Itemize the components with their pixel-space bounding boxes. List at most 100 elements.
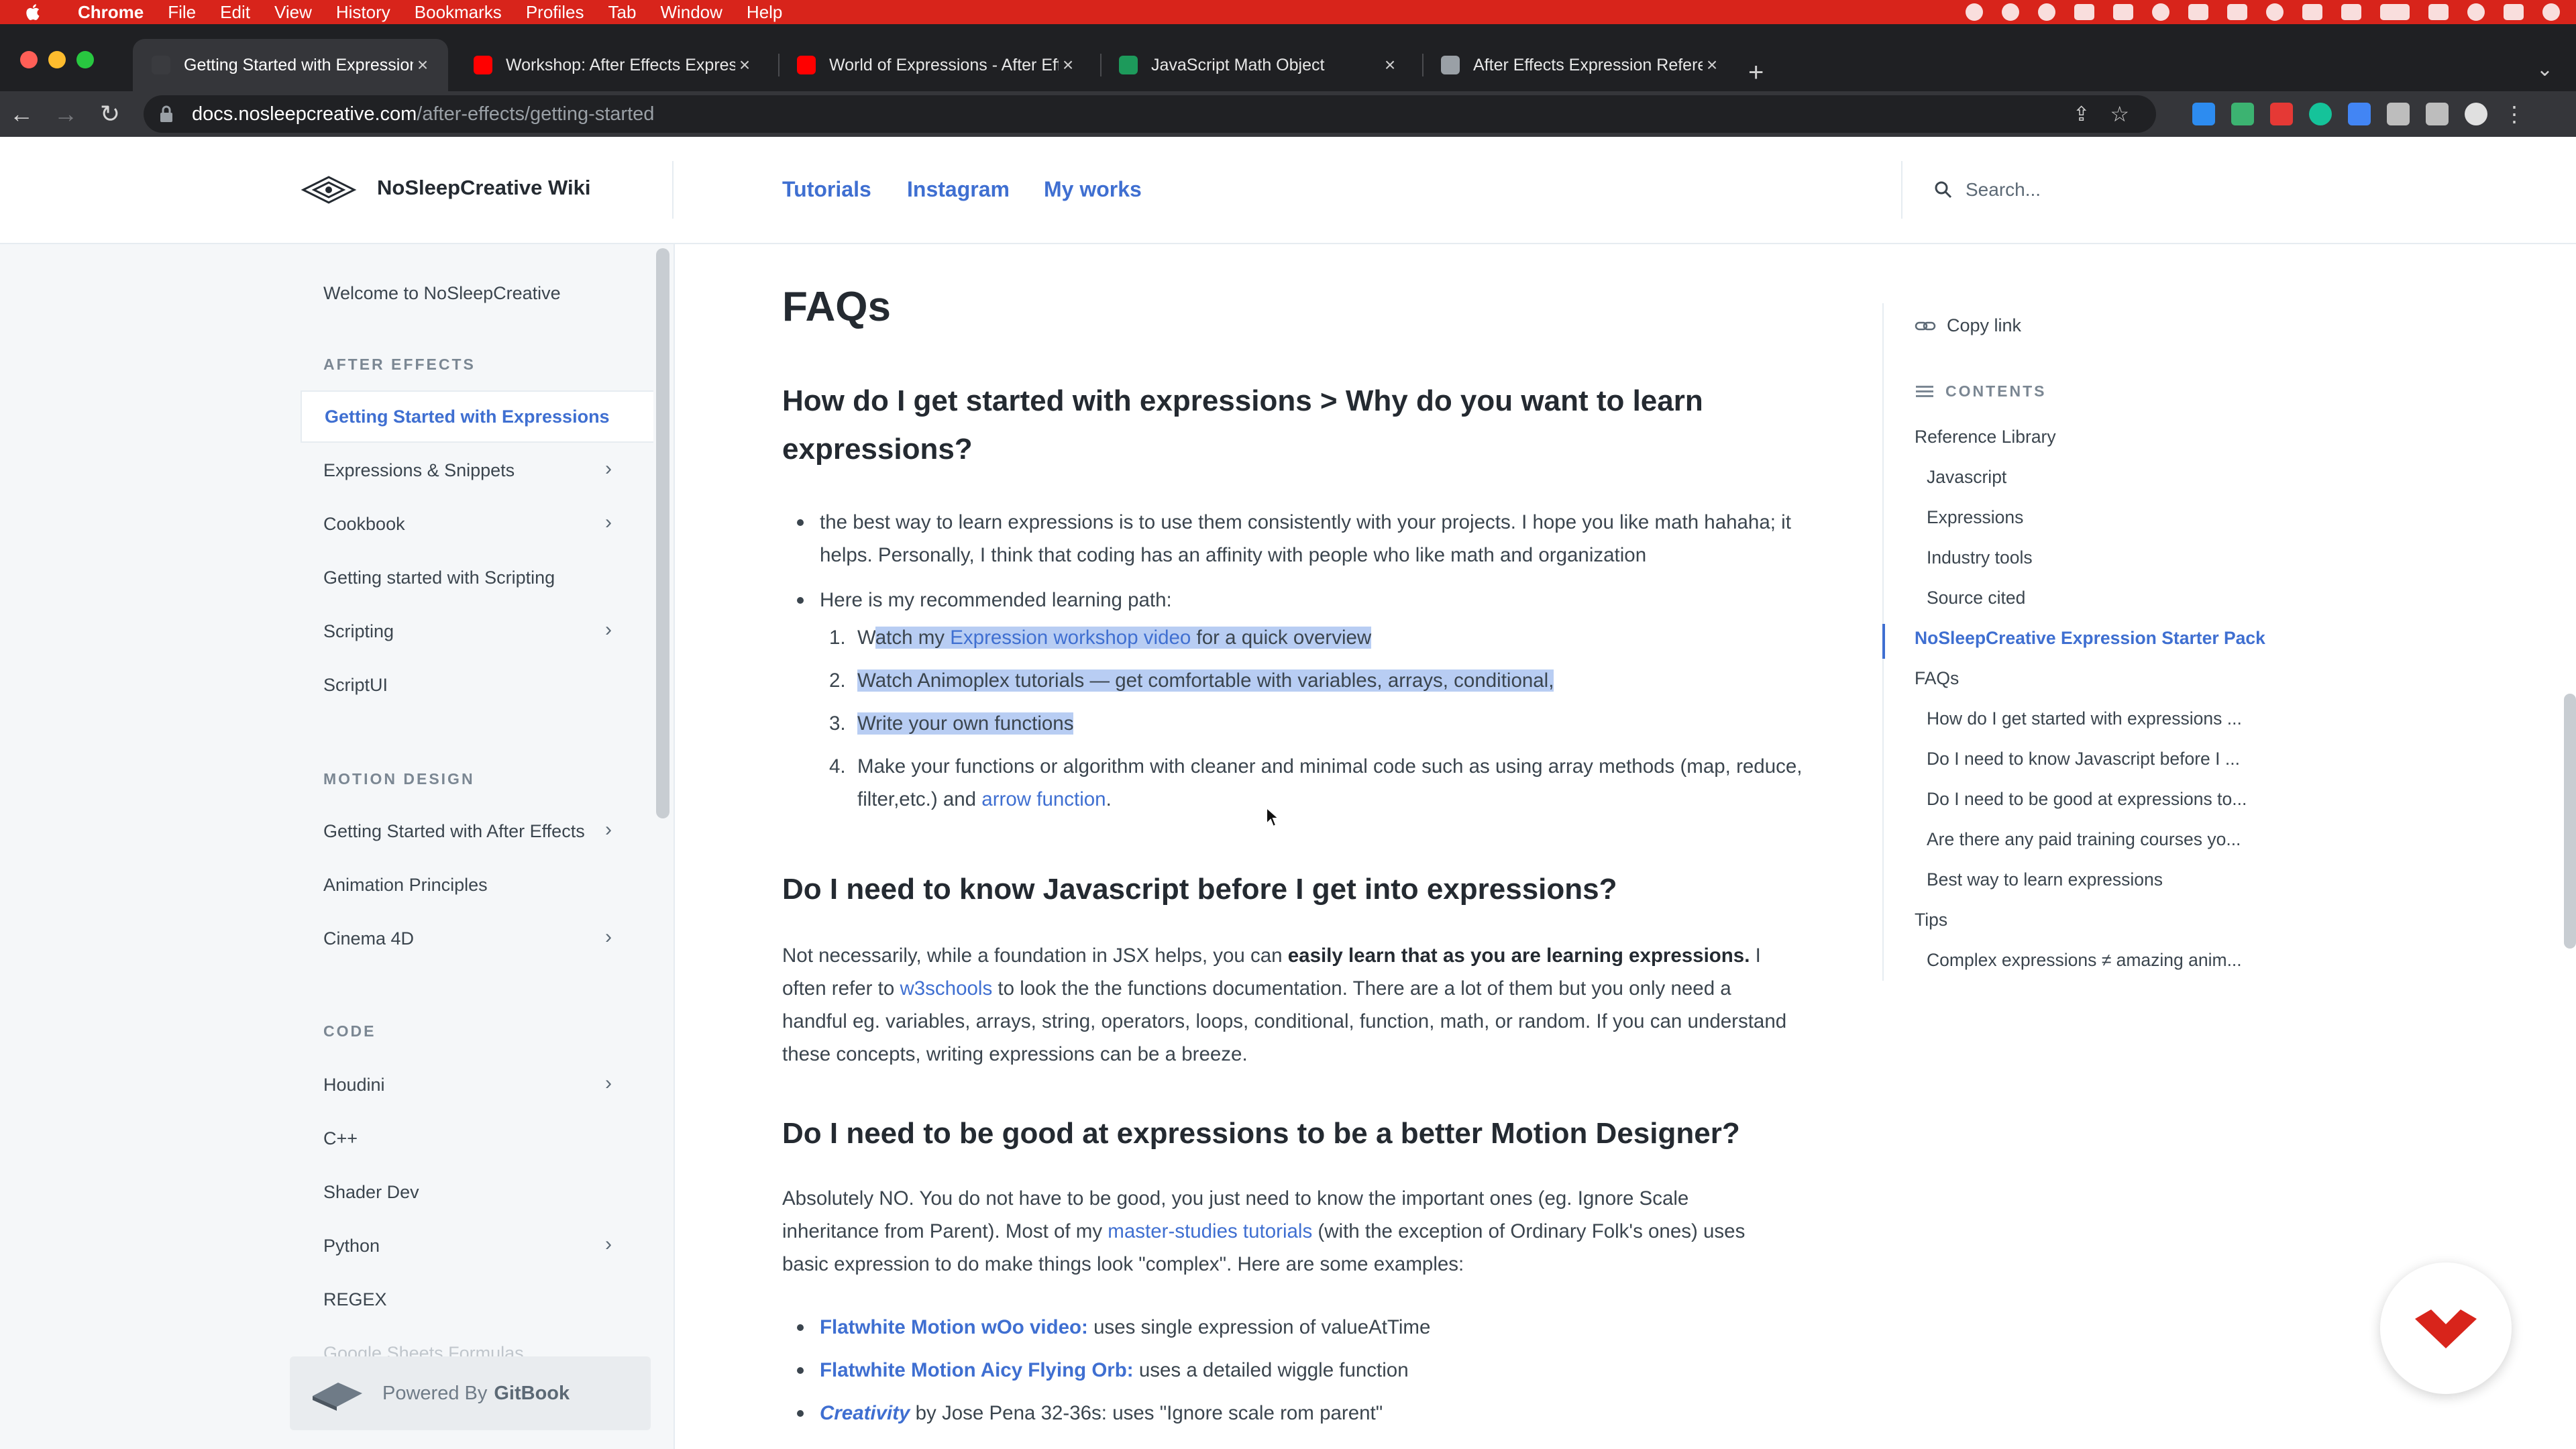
w3schools-link[interactable]: w3schools — [900, 977, 992, 1000]
adobe-icon[interactable] — [2074, 4, 2094, 20]
nav-link-tutorials[interactable]: Tutorials — [782, 177, 871, 202]
site-title[interactable]: NoSleepCreative Wiki — [377, 176, 590, 200]
menu-history[interactable]: History — [336, 2, 390, 23]
example-link-wOo[interactable]: Flatwhite Motion wOo video: — [820, 1316, 1088, 1338]
page-scrollbar[interactable] — [2564, 694, 2576, 949]
share-icon[interactable]: ⇪ — [2073, 103, 2090, 126]
battery-icon[interactable] — [2380, 4, 2410, 20]
lock-icon[interactable] — [158, 105, 174, 123]
floating-logo-badge[interactable] — [2380, 1263, 2512, 1394]
tab-getting-started[interactable]: Getting Started with Expressions × — [133, 39, 448, 91]
expression-workshop-link[interactable]: Expression workshop video — [950, 627, 1191, 649]
menu-tab[interactable]: Tab — [608, 2, 637, 23]
menu-file[interactable]: File — [168, 2, 196, 23]
address-bar[interactable]: docs.nosleepcreative.com/after-effects/g… — [144, 95, 2156, 133]
menu-view[interactable]: View — [274, 2, 312, 23]
calendar-icon[interactable] — [2302, 4, 2322, 20]
copy-link-button[interactable]: Copy link — [1915, 315, 2021, 336]
tab-world-of-expressions[interactable]: World of Expressions - After Effects × — [778, 39, 1093, 91]
extension-toggl-icon[interactable] — [2231, 103, 2254, 125]
sidebar-item-regex[interactable]: REGEX — [301, 1273, 653, 1326]
chevron-right-icon[interactable]: › — [605, 1073, 625, 1093]
chevron-right-icon[interactable]: › — [605, 620, 625, 640]
sidebar-item-getting-started-ae[interactable]: Getting Started with After Effects › — [301, 805, 653, 857]
close-window-button[interactable] — [20, 51, 38, 68]
example-link-flying-orb[interactable]: Flatwhite Motion Aicy Flying Orb: — [820, 1359, 1134, 1381]
powered-by-gitbook[interactable]: Powered By GitBook — [290, 1356, 651, 1430]
sidebar-item-cinema-4d[interactable]: Cinema 4D › — [301, 912, 653, 965]
toc-item-active[interactable]: NoSleepCreative Expression Starter Pack — [1915, 628, 2265, 649]
toc-item[interactable]: Industry tools — [1927, 547, 2033, 568]
control-center-icon[interactable] — [2504, 4, 2524, 20]
close-tab-icon[interactable]: × — [735, 56, 754, 74]
extension-docs-icon[interactable] — [2348, 103, 2371, 125]
toc-item[interactable]: How do I get started with expressions ..… — [1927, 708, 2242, 729]
spotlight-search-icon[interactable] — [2467, 3, 2485, 21]
tab-ae-reference[interactable]: After Effects Expression Reference × — [1422, 39, 1737, 91]
toc-item[interactable]: Are there any paid training courses yo..… — [1927, 829, 2241, 850]
nav-link-instagram[interactable]: Instagram — [907, 177, 1010, 202]
tab-workshop[interactable]: Workshop: After Effects Expressions × — [455, 39, 770, 91]
reading-list-icon[interactable] — [2426, 103, 2449, 125]
settings-icon[interactable] — [2152, 3, 2169, 21]
menu-bookmarks[interactable]: Bookmarks — [415, 2, 502, 23]
search-icon[interactable] — [1933, 180, 1953, 200]
sidebar-item-shader-dev[interactable]: Shader Dev — [301, 1166, 653, 1218]
sidebar-scrollbar[interactable] — [656, 248, 669, 818]
close-tab-icon[interactable]: × — [413, 56, 432, 74]
sidebar-item-cookbook[interactable]: Cookbook › — [301, 498, 653, 550]
minimize-window-button[interactable] — [48, 51, 66, 68]
sidebar-item-animation-principles[interactable]: Animation Principles — [301, 859, 653, 911]
siri-icon[interactable] — [2542, 3, 2560, 21]
sidebar-item-scripting[interactable]: Scripting › — [301, 605, 653, 657]
apple-icon[interactable] — [20, 0, 44, 24]
profile-avatar[interactable] — [2465, 103, 2487, 125]
fork-icon[interactable] — [2227, 4, 2247, 20]
nav-link-my-works[interactable]: My works — [1044, 177, 1142, 202]
extension-todoist-icon[interactable] — [2270, 103, 2293, 125]
close-tab-icon[interactable]: × — [1381, 56, 1399, 74]
grid-icon[interactable] — [2188, 4, 2208, 20]
chrome-menu-icon[interactable]: ⋮ — [2504, 101, 2525, 127]
bookmark-star-icon[interactable]: ☆ — [2110, 101, 2129, 127]
menu-help[interactable]: Help — [747, 2, 782, 23]
forward-icon[interactable]: → — [52, 101, 79, 127]
extension-plus-icon[interactable] — [2192, 103, 2215, 125]
toc-item[interactable]: FAQs — [1915, 668, 1959, 689]
chevron-right-icon[interactable]: › — [605, 820, 625, 840]
toc-item[interactable]: Do I need to be good at expressions to..… — [1927, 789, 2247, 810]
sidebar-item-python[interactable]: Python › — [301, 1220, 653, 1272]
menu-window[interactable]: Window — [660, 2, 722, 23]
toc-item[interactable]: Javascript — [1927, 467, 2006, 488]
chevron-right-icon[interactable]: › — [605, 927, 625, 947]
arrow-function-link[interactable]: arrow function — [981, 788, 1106, 810]
close-tab-icon[interactable]: × — [1059, 56, 1077, 74]
menu-profiles[interactable]: Profiles — [526, 2, 584, 23]
search-input[interactable] — [1964, 174, 2369, 205]
menu-edit[interactable]: Edit — [220, 2, 250, 23]
sidebar-item-scriptui[interactable]: ScriptUI — [301, 659, 653, 711]
sidebar-item-cpp[interactable]: C++ — [301, 1112, 653, 1165]
cloud-icon[interactable] — [2038, 3, 2055, 21]
creative-cloud-icon[interactable] — [1966, 3, 1983, 21]
chevron-right-icon[interactable]: › — [605, 1234, 625, 1254]
sidebar-item-houdini[interactable]: Houdini › — [301, 1059, 653, 1111]
toc-item[interactable]: Best way to learn expressions — [1927, 869, 2163, 890]
menu-app-chrome[interactable]: Chrome — [78, 2, 144, 23]
extensions-puzzle-icon[interactable] — [2387, 103, 2410, 125]
chevron-right-icon[interactable]: › — [605, 459, 625, 479]
reload-icon[interactable]: ↻ — [97, 101, 123, 127]
example-link-creativity[interactable]: Creativity — [820, 1402, 910, 1424]
toc-item[interactable]: Source cited — [1927, 588, 2025, 608]
tab-search-chevron-icon[interactable]: ⌄ — [2536, 58, 2553, 81]
toc-item[interactable]: Do I need to know Javascript before I ..… — [1927, 749, 2240, 769]
tab-js-math[interactable]: JavaScript Math Object × — [1100, 39, 1415, 91]
sidebar-item-welcome[interactable]: Welcome to NoSleepCreative — [301, 267, 653, 319]
toc-item[interactable]: Expressions — [1927, 507, 2023, 528]
sidebar-item-getting-started-expressions[interactable]: Getting Started with Expressions — [301, 390, 653, 443]
messages-icon[interactable] — [2113, 4, 2133, 20]
toc-item[interactable]: Complex expressions ≠ amazing anim... — [1927, 950, 2242, 971]
nosleepcreative-logo[interactable] — [301, 173, 357, 207]
play-icon[interactable] — [2266, 3, 2284, 21]
toc-item[interactable]: Reference Library — [1915, 427, 2056, 447]
